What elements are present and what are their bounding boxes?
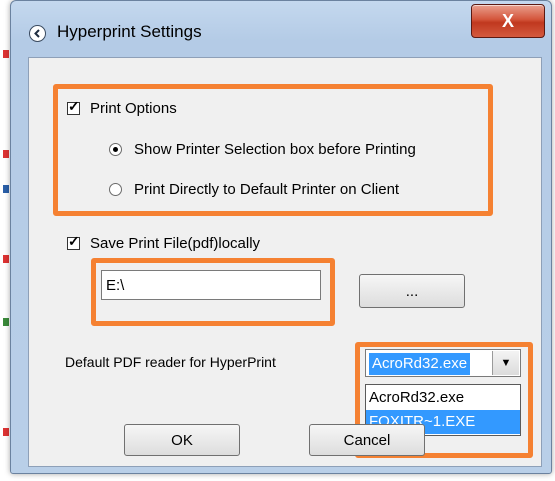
radio-print-direct-label: Print Directly to Default Printer on Cli… <box>134 181 400 198</box>
check-icon: ✓ <box>68 233 80 249</box>
dialog-body: ✓ Print Options Show Printer Selection b… <box>28 57 542 467</box>
radio-show-selection-label: Show Printer Selection box before Printi… <box>134 141 416 158</box>
ok-button-label: OK <box>171 431 193 449</box>
dropdown-option[interactable]: AcroRd32.exe <box>366 386 520 410</box>
background-mark <box>3 150 9 158</box>
browse-button[interactable]: ... <box>359 274 465 308</box>
background-mark <box>3 185 9 193</box>
cancel-button[interactable]: Cancel <box>309 424 425 456</box>
radio-show-selection-row[interactable]: Show Printer Selection box before Printi… <box>109 141 416 158</box>
settings-dialog: Hyperprint Settings X ✓ Print Options Sh… <box>10 0 552 474</box>
save-path-input[interactable] <box>101 270 321 300</box>
ok-button[interactable]: OK <box>124 424 240 456</box>
radio-print-direct-row[interactable]: Print Directly to Default Printer on Cli… <box>109 181 399 198</box>
pdf-reader-row: Default PDF reader for HyperPrint <box>65 354 276 370</box>
background-mark <box>3 50 9 58</box>
title-bar[interactable]: Hyperprint Settings X <box>11 1 551 57</box>
pdf-reader-label: Default PDF reader for HyperPrint <box>65 354 276 370</box>
save-print-row[interactable]: ✓ Save Print File(pdf)locally <box>67 233 261 252</box>
background-mark <box>3 255 9 263</box>
close-button[interactable]: X <box>471 4 545 38</box>
save-print-checkbox[interactable]: ✓ <box>67 233 80 250</box>
radio-print-direct[interactable] <box>109 183 122 196</box>
cancel-button-label: Cancel <box>343 431 391 449</box>
close-icon: X <box>501 10 514 31</box>
browse-button-label: ... <box>405 282 419 300</box>
radio-show-selection[interactable] <box>109 143 122 156</box>
background-mark <box>3 428 9 436</box>
chevron-down-icon[interactable]: ▼ <box>492 351 519 375</box>
window-title: Hyperprint Settings <box>57 22 202 41</box>
check-icon: ✓ <box>68 98 80 114</box>
circle-arrow-icon <box>29 25 46 42</box>
print-options-label: Print Options <box>90 100 177 117</box>
pdf-reader-select[interactable]: AcroRd32.exe ▼ <box>365 349 521 377</box>
print-options-row[interactable]: ✓ Print Options <box>67 98 177 117</box>
print-options-checkbox[interactable]: ✓ <box>67 98 80 115</box>
background-mark <box>3 318 9 326</box>
save-print-label: Save Print File(pdf)locally <box>90 235 261 252</box>
pdf-reader-selected-value: AcroRd32.exe <box>369 353 471 375</box>
